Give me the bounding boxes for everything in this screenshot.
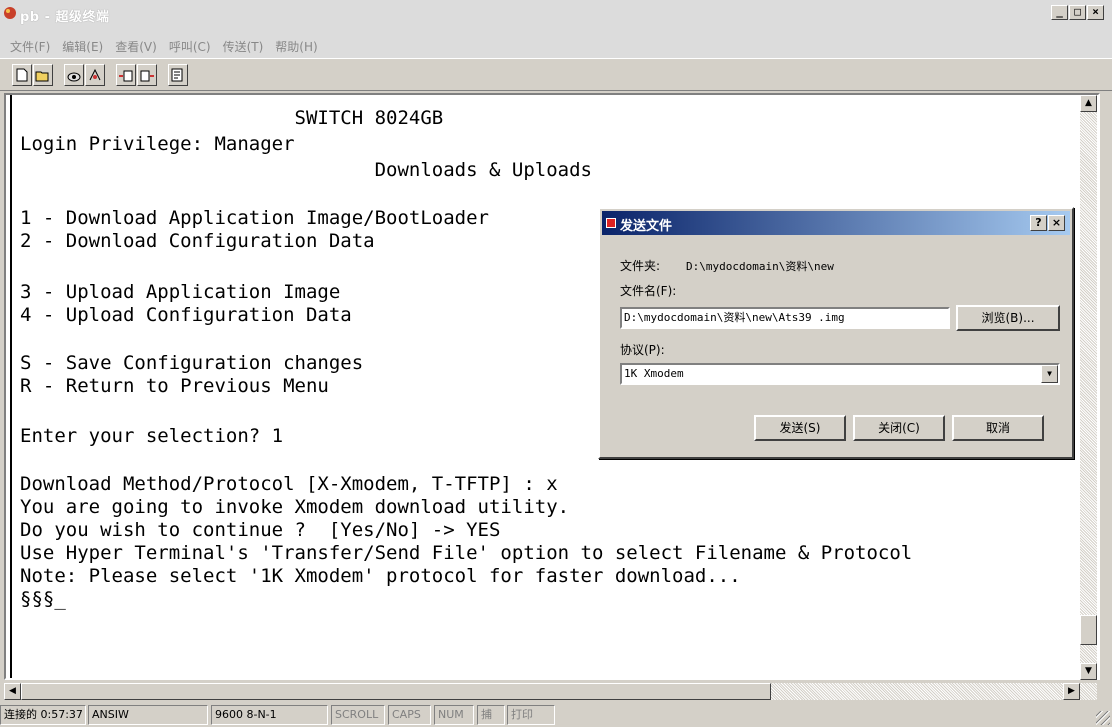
status-print: 打印 xyxy=(507,705,555,725)
terminal-line: 3 - Upload Application Image xyxy=(20,281,341,303)
protocol-value: 1K Xmodem xyxy=(624,367,684,380)
chevron-down-icon[interactable]: ▼ xyxy=(1041,365,1058,383)
terminal-line: Note: Please select '1K Xmodem' protocol… xyxy=(20,565,741,587)
close-dialog-button[interactable]: 关闭(C) xyxy=(853,415,945,441)
call-icon[interactable] xyxy=(64,64,84,86)
dialog-title-bar: 发送文件 ? × xyxy=(602,211,1070,235)
title-bar: pb - 超级终端 _ □ × xyxy=(0,0,1112,34)
folder-label: 文件夹: xyxy=(620,259,661,273)
terminal-line: Login Privilege: Manager xyxy=(20,133,295,155)
dialog-title: 发送文件 xyxy=(620,219,673,234)
terminal-line: Do you wish to continue ? [Yes/No] -> YE… xyxy=(20,519,501,541)
status-capture: 捕 xyxy=(477,705,505,725)
terminal-line: Downloads & Uploads xyxy=(20,159,592,181)
status-emulation: ANSIW xyxy=(88,705,208,725)
terminal-prompt: §§§_ xyxy=(20,588,66,610)
filename-input[interactable]: D:\mydocdomain\资料\new\Ats39 .img xyxy=(620,307,950,329)
send-button[interactable]: 发送(S) xyxy=(754,415,846,441)
new-icon[interactable] xyxy=(12,64,32,86)
vertical-scroll-thumb[interactable] xyxy=(1080,615,1097,645)
resize-grip-icon[interactable] xyxy=(1096,711,1110,725)
menu-edit[interactable]: 编辑(E) xyxy=(62,38,103,55)
close-button[interactable]: × xyxy=(1087,5,1104,20)
scroll-down-icon[interactable]: ▼ xyxy=(1080,663,1097,680)
scroll-up-icon[interactable]: ▲ xyxy=(1080,95,1097,112)
menu-view[interactable]: 查看(V) xyxy=(115,38,157,55)
menu-transfer[interactable]: 传送(T) xyxy=(223,38,264,55)
protocol-select[interactable]: 1K Xmodem ▼ xyxy=(620,363,1060,385)
terminal-line: You are going to invoke Xmodem download … xyxy=(20,496,570,518)
vertical-scrollbar[interactable]: ▲ ▼ xyxy=(1080,95,1097,680)
send-file-icon xyxy=(606,218,616,228)
folder-value: D:\mydocdomain\资料\new xyxy=(686,260,834,273)
status-scroll: SCROLL xyxy=(331,705,385,725)
caption-buttons: _ □ × xyxy=(1050,5,1104,20)
horizontal-scrollbar[interactable]: ◀ ▶ xyxy=(4,683,1097,700)
status-num: NUM xyxy=(434,705,474,725)
terminal-line: R - Return to Previous Menu xyxy=(20,375,329,397)
menu-file[interactable]: 文件(F) xyxy=(10,38,50,55)
menu-bar: 文件(F) 编辑(E) 查看(V) 呼叫(C) 传送(T) 帮助(H) xyxy=(0,34,1112,58)
window-title: pb - 超级终端 xyxy=(20,10,110,25)
terminal-line: SWITCH 8024GB xyxy=(20,107,444,129)
open-icon[interactable] xyxy=(33,64,53,86)
terminal-line: S - Save Configuration changes xyxy=(20,352,364,374)
minimize-button[interactable]: _ xyxy=(1051,5,1068,20)
cancel-button[interactable]: 取消 xyxy=(952,415,1044,441)
browse-button[interactable]: 浏览(B)... xyxy=(956,305,1060,331)
dialog-close-button[interactable]: × xyxy=(1048,215,1065,231)
protocol-label: 协议(P): xyxy=(620,343,665,357)
status-bar: 连接的 0:57:37 ANSIW 9600 8-N-1 SCROLL CAPS… xyxy=(0,703,1112,727)
terminal-line: 4 - Upload Configuration Data xyxy=(20,304,352,326)
send-file-dialog: 发送文件 ? × 文件夹: D:\mydocdomain\资料\new 文件名(… xyxy=(598,207,1074,459)
send-icon[interactable] xyxy=(116,64,136,86)
properties-icon[interactable] xyxy=(168,64,188,86)
terminal-line: Enter your selection? 1 xyxy=(20,425,284,447)
terminal-line: Use Hyper Terminal's 'Transfer/Send File… xyxy=(20,542,913,564)
scroll-right-icon[interactable]: ▶ xyxy=(1063,683,1080,700)
receive-icon[interactable] xyxy=(137,64,157,86)
terminal-line: 2 - Download Configuration Data xyxy=(20,230,375,252)
terminal-line: Download Method/Protocol [X-Xmodem, T-TF… xyxy=(20,473,558,495)
hyperterminal-icon xyxy=(4,7,16,19)
disconnect-icon[interactable] xyxy=(85,64,105,86)
maximize-button[interactable]: □ xyxy=(1069,5,1086,20)
toolbar xyxy=(0,58,1112,91)
horizontal-scroll-thumb[interactable] xyxy=(21,683,771,700)
menu-help[interactable]: 帮助(H) xyxy=(275,38,317,55)
status-caps: CAPS xyxy=(388,705,431,725)
status-connected: 连接的 0:57:37 xyxy=(0,705,86,725)
menu-call[interactable]: 呼叫(C) xyxy=(169,38,211,55)
status-settings: 9600 8-N-1 xyxy=(211,705,328,725)
filename-label: 文件名(F): xyxy=(620,284,677,298)
terminal-line: 1 - Download Application Image/BootLoade… xyxy=(20,207,489,229)
scroll-left-icon[interactable]: ◀ xyxy=(4,683,21,700)
help-button[interactable]: ? xyxy=(1030,215,1047,231)
